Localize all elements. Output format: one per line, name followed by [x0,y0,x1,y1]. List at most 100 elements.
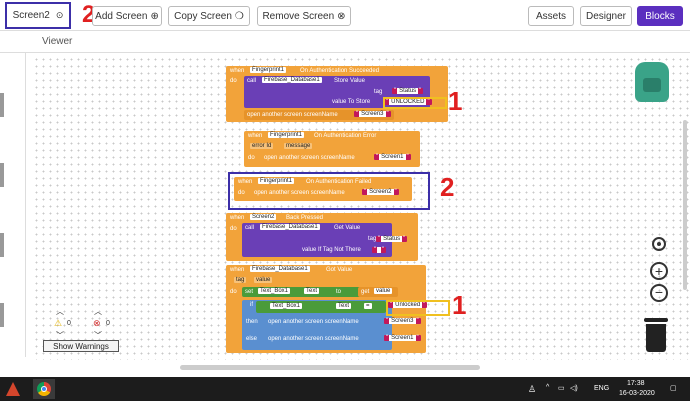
start-icon[interactable] [6,382,20,396]
remove-screen-button[interactable]: Remove Screen ⊗ [257,6,351,26]
empty-text-block[interactable]: " " [372,247,387,253]
people-icon[interactable]: ♙ [528,384,536,395]
component-dropdown[interactable]: Fingerprint1 [250,67,287,73]
warning-icon: ⚠ [54,318,63,328]
equals-dropdown[interactable]: = [364,303,372,309]
method-name: Get Value [334,225,361,231]
database-dropdown[interactable]: Firebase_Database1 [262,77,322,83]
database-dropdown[interactable]: Firebase_Database1 [260,224,320,230]
vertical-scrollbar[interactable] [683,120,687,290]
tag-value: Status [381,236,403,242]
chevron-down-icon: ⊙ [55,10,64,20]
viewer-bar: Viewer [0,31,690,53]
component-dropdown[interactable]: Screen2 [250,214,277,220]
error-up-arrow[interactable]: ︿ [94,306,102,317]
trash-icon[interactable] [644,318,668,352]
do-label: do [238,190,245,196]
event-name: On Authentication Failed [306,179,372,185]
tag-text-block[interactable]: " Status " [376,236,408,242]
event-name: Got Value [326,267,353,273]
screen-text-block[interactable]: " Screen3 " [354,111,391,117]
event-block-auth-error[interactable]: when Fingerprint1 On Authentication Erro… [244,131,420,167]
call-label: call [247,78,257,84]
value-if-tag-not-there-label: value If Tag Not There [302,247,361,253]
assets-button[interactable]: Assets [528,6,574,26]
blocks-button[interactable]: Blocks [637,6,683,26]
clock-date[interactable]: 16-03-2020 [619,390,655,397]
textbox-dropdown[interactable]: Text_Box1 [258,288,291,294]
when-label: when [248,133,263,139]
param-error-id: error Id [250,143,274,149]
network-icon[interactable]: ▭ [558,384,565,392]
do-label: do [230,78,237,84]
add-screen-button[interactable]: Add Screen ⊕ [92,6,162,26]
param-value: value [254,277,273,283]
error-icon: ⊗ [93,318,101,328]
left-panel-edge [0,53,26,357]
compare-block[interactable]: Text_Box1 Text = [256,301,386,313]
property-dropdown[interactable]: Text [336,303,352,309]
screen-text-block[interactable]: " Screen1 " [374,154,411,160]
call-get-value-block[interactable]: call Firebase_Database1 Get Value tag va… [242,223,392,257]
clock-time[interactable]: 17:38 [627,380,645,387]
event-name: Back Pressed [286,215,324,221]
property-dropdown[interactable]: Text [304,288,320,294]
keyboard-language[interactable]: ENG [594,385,609,392]
get-value-block[interactable]: get value [358,287,398,297]
get-variable-dropdown[interactable]: value [374,288,393,294]
remove-screen-label: Remove Screen [262,10,335,22]
screen-name: Screen2 [12,10,50,21]
screen-selector[interactable]: Screen2 ⊙ [5,2,71,29]
panel-handle[interactable] [0,93,4,117]
tag-text-block[interactable]: " Status " [392,88,424,94]
recenter-icon[interactable] [652,237,666,251]
notification-icon[interactable]: ▢ [670,384,677,392]
event-block-back-pressed[interactable]: when Screen2 Back Pressed do call Fireba… [226,213,418,261]
open-screen-label: open another screen screenName [247,112,338,118]
add-screen-label: Add Screen [95,10,148,22]
event-block-auth-failed[interactable]: when Fingerprint1 On Authentication Fail… [234,177,412,201]
textbox-dropdown[interactable]: Text_Box1 [270,303,303,309]
do-label: do [230,289,237,295]
designer-button[interactable]: Designer [580,6,632,26]
value-to-store-label: value To Store [332,99,371,105]
annotation-two-block: 2 [440,172,455,202]
panel-handle[interactable] [0,163,4,187]
chrome-icon[interactable] [33,379,55,399]
screen-value: Screen1 [379,154,406,160]
show-warnings-button[interactable]: Show Warnings [43,340,119,352]
zoom-in-icon[interactable]: + [650,262,668,280]
event-block-auth-succeeded[interactable]: when Fingerprint1 On Authentication Succ… [226,66,448,122]
tray-up-icon[interactable]: ^ [546,384,549,391]
call-label: call [245,225,255,231]
event-name: On Authentication Error [314,133,377,139]
set-label: set [245,289,254,295]
do-label: do [248,155,255,161]
taskbar: ♙ ^ ▭ ◁) ENG 17:38 16-03-2020 ▢ [0,377,690,401]
when-label: when [230,267,245,273]
screen-text-block[interactable]: " Screen1 " [384,335,421,341]
zoom-out-icon[interactable]: − [650,284,668,302]
screen-text-block[interactable]: " Screen3 " [384,318,421,324]
component-dropdown[interactable]: Fingerprint1 [258,178,295,184]
when-label: when [230,68,245,74]
copy-screen-button[interactable]: Copy Screen ❍ [168,6,250,26]
do-label: do [230,226,237,232]
when-label: when [238,179,253,185]
screen-text-block[interactable]: " Screen2 " [362,189,399,195]
highlight-unlocked-compare [386,300,450,316]
component-dropdown[interactable]: Firebase_Database1 [250,266,310,272]
panel-handle[interactable] [0,303,4,327]
component-dropdown[interactable]: Fingerprint1 [268,132,305,138]
annotation-one-top: 1 [448,86,463,116]
toolbar: Screen2 ⊙ 2 Add Screen ⊕ Copy Screen ❍ Rem… [0,0,690,31]
volume-icon[interactable]: ◁) [570,384,578,392]
open-screen-label: open another screen screenName [268,319,359,325]
horizontal-scrollbar[interactable] [180,365,480,370]
warning-up-arrow[interactable]: ︿ [56,306,64,317]
screen-value: Screen3 [359,111,386,117]
annotation-one-bottom: 1 [452,290,467,320]
warning-count: 0 [67,320,71,327]
panel-handle[interactable] [0,233,4,257]
backpack-icon[interactable] [635,62,669,102]
